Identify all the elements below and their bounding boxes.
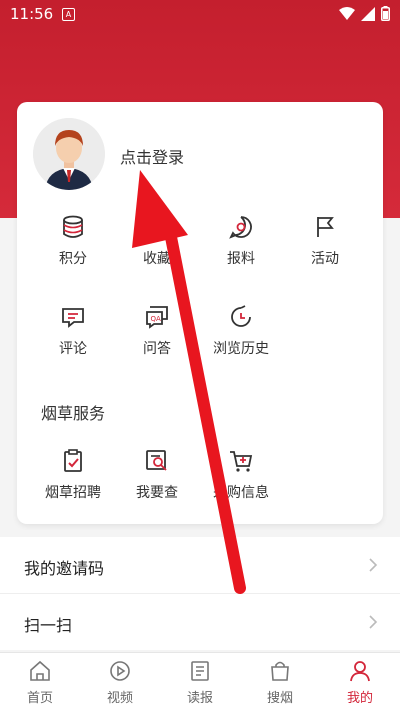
tab-label: 首页 — [26, 691, 53, 706]
grid-item-activity[interactable]: 活动 — [285, 214, 365, 268]
avatar[interactable] — [33, 118, 105, 190]
wifi-icon — [339, 6, 355, 20]
status-time: 11:56 — [10, 5, 54, 23]
flag-icon — [317, 217, 334, 237]
grid-item-recruit[interactable]: 烟草招聘 — [33, 448, 113, 502]
grid-item-lookup[interactable]: 我要查 — [117, 448, 197, 502]
shopping-bag-icon — [271, 661, 289, 681]
tab-label: 搜烟 — [266, 691, 293, 706]
chevron-right-icon — [369, 558, 378, 572]
grid-item-procurement[interactable]: 采购信息 — [201, 448, 281, 502]
grid-label: 浏览历史 — [213, 341, 269, 357]
grid-item-comment[interactable]: 评论 — [33, 304, 113, 358]
tab-mine[interactable]: 我的 — [320, 659, 400, 706]
tab-video[interactable]: 视频 — [80, 659, 160, 706]
qa-icon: QA — [146, 306, 168, 329]
points-icon — [63, 215, 83, 238]
user-icon — [350, 661, 370, 682]
grid-label: 报料 — [227, 251, 255, 267]
list-item-label: 扫一扫 — [24, 616, 73, 635]
grid-item-favorite[interactable]: 收藏 — [117, 214, 197, 268]
grid-label: 问答 — [143, 341, 171, 357]
grid-label: 我要查 — [136, 485, 178, 501]
list-item-label: 我的邀请码 — [24, 559, 105, 578]
report-icon — [229, 216, 252, 239]
grid-label: 评论 — [59, 341, 87, 357]
tab-search-tobacco[interactable]: 搜烟 — [240, 659, 320, 706]
newspaper-icon — [191, 661, 209, 681]
section-title-tobacco: 烟草服务 — [41, 404, 106, 423]
grid-item-history[interactable]: 浏览历史 — [201, 304, 281, 358]
status-icons — [339, 6, 390, 21]
favorite-icon — [144, 214, 170, 238]
recruit-icon — [64, 449, 82, 472]
lookup-icon — [146, 450, 167, 471]
history-icon — [231, 305, 251, 327]
signal-icon — [361, 6, 375, 21]
status-bar: 11:56 A — [0, 0, 400, 28]
grid-item-report[interactable]: 报料 — [201, 214, 281, 268]
grid-label: 收藏 — [143, 251, 171, 267]
battery-icon — [381, 6, 390, 21]
tab-label: 视频 — [106, 691, 133, 706]
grid-label: 活动 — [311, 251, 339, 267]
cart-icon — [230, 451, 253, 472]
video-icon — [110, 661, 130, 681]
list-item-scan[interactable]: 扫一扫 — [0, 594, 400, 650]
notification-icon: A — [62, 8, 75, 21]
grid-label: 烟草招聘 — [45, 485, 101, 501]
bottom-tab-bar: 首页 视频 读报 搜烟 我的 — [0, 652, 400, 713]
grid-label: 积分 — [59, 251, 87, 267]
tab-label: 我的 — [346, 691, 373, 706]
grid-label: 采购信息 — [213, 485, 269, 501]
tab-home[interactable]: 首页 — [0, 659, 80, 706]
tab-label: 读报 — [186, 691, 213, 706]
login-link[interactable]: 点击登录 — [120, 144, 184, 168]
grid-item-points[interactable]: 积分 — [33, 214, 113, 268]
list-item-invite-code[interactable]: 我的邀请码 — [0, 537, 400, 593]
profile-card: 点击登录 积分 收藏 报料 活动 评论 QA 问答 浏览历史 烟草服务 烟草招聘… — [17, 102, 383, 524]
svg-text:QA: QA — [151, 315, 162, 323]
comment-icon — [62, 308, 84, 328]
tab-newspaper[interactable]: 读报 — [160, 659, 240, 706]
avatar-icon — [33, 118, 105, 190]
chevron-right-icon — [369, 615, 378, 629]
grid-item-qa[interactable]: QA 问答 — [117, 304, 197, 358]
home-icon — [30, 660, 50, 681]
